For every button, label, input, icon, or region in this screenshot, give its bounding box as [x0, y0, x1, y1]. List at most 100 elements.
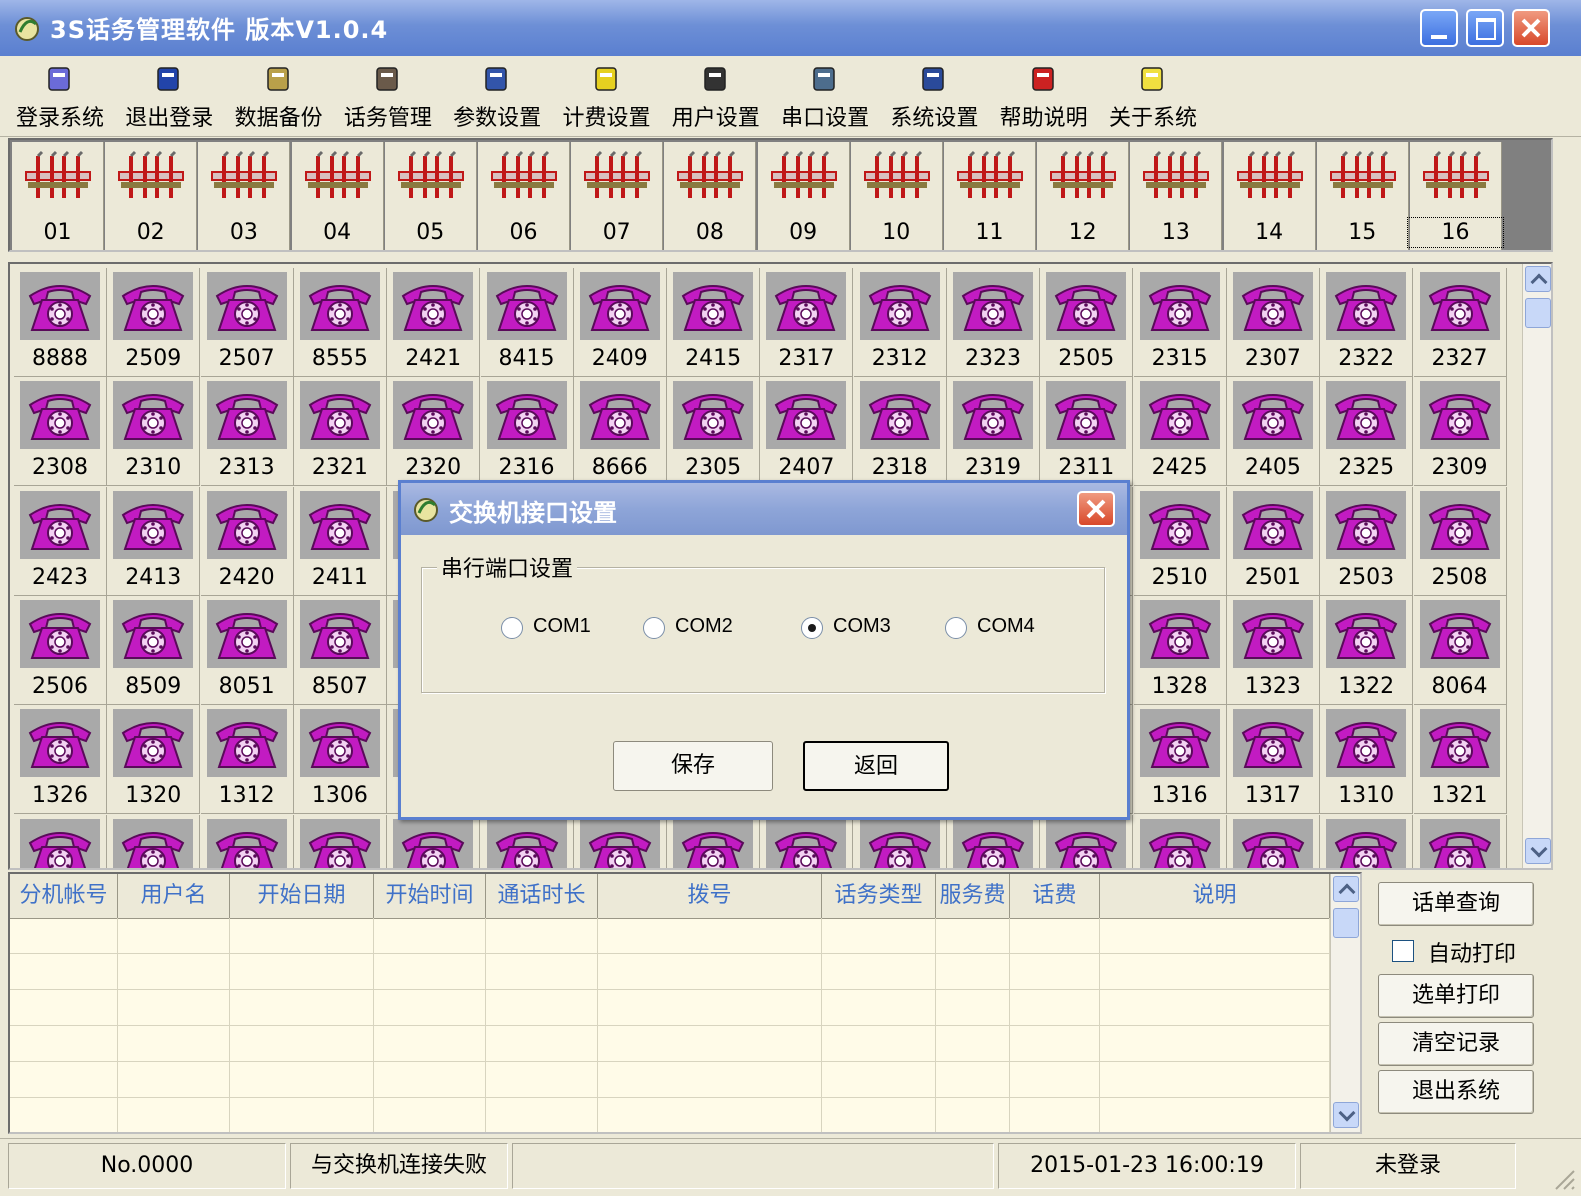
- extension-1322[interactable]: 1322: [1320, 595, 1414, 705]
- trunk-line-04[interactable]: 04: [291, 142, 384, 250]
- extension-r5c0[interactable]: [14, 814, 107, 868]
- extension-r5c8[interactable]: [760, 814, 854, 868]
- resize-grip-icon[interactable]: [1548, 1163, 1576, 1191]
- extension-2320[interactable]: 2320: [387, 377, 481, 487]
- toolbar-button-1[interactable]: 登录系统: [6, 60, 114, 134]
- extension-2421[interactable]: 2421: [387, 268, 481, 377]
- toolbar-button-5[interactable]: 参数设置: [443, 60, 551, 134]
- table-row[interactable]: [10, 918, 1330, 954]
- auto-print-checkbox-box[interactable]: [1392, 940, 1414, 962]
- extension-r5c13[interactable]: [1227, 814, 1320, 868]
- scroll-thumb[interactable]: [1525, 298, 1551, 328]
- extension-1316[interactable]: 1316: [1133, 705, 1227, 815]
- toolbar-button-2[interactable]: 退出登录: [115, 60, 223, 134]
- trunk-line-06[interactable]: 06: [478, 142, 570, 250]
- toolbar-button-3[interactable]: 数据备份: [225, 60, 333, 134]
- extension-1326[interactable]: 1326: [14, 705, 107, 815]
- extension-1312[interactable]: 1312: [200, 705, 294, 815]
- extension-r5c10[interactable]: [947, 814, 1040, 868]
- maximize-button[interactable]: [1466, 9, 1504, 47]
- scroll-up-button[interactable]: [1525, 266, 1551, 292]
- table-row[interactable]: [10, 1026, 1330, 1062]
- column-header[interactable]: 分机帐号: [10, 874, 118, 918]
- extension-2503[interactable]: 2503: [1320, 486, 1414, 596]
- extension-2413[interactable]: 2413: [107, 486, 201, 596]
- trunk-line-01[interactable]: 01: [12, 142, 104, 250]
- extension-8555[interactable]: 8555: [293, 268, 387, 377]
- column-header[interactable]: 开始时间: [374, 874, 486, 918]
- extension-8415[interactable]: 8415: [480, 268, 574, 377]
- extension-2311[interactable]: 2311: [1040, 377, 1134, 487]
- column-header[interactable]: 说明: [1100, 874, 1330, 918]
- extension-2423[interactable]: 2423: [14, 486, 107, 596]
- extension-2315[interactable]: 2315: [1133, 268, 1227, 377]
- column-header[interactable]: 用户名: [118, 874, 230, 918]
- extension-2323[interactable]: 2323: [947, 268, 1040, 377]
- trunk-line-10[interactable]: 10: [850, 142, 943, 250]
- extension-2508[interactable]: 2508: [1413, 486, 1507, 596]
- scroll-down-button[interactable]: [1525, 838, 1551, 864]
- extension-2316[interactable]: 2316: [480, 377, 574, 487]
- extension-r5c9[interactable]: [854, 814, 947, 868]
- extension-2407[interactable]: 2407: [760, 377, 854, 487]
- extension-2505[interactable]: 2505: [1040, 268, 1134, 377]
- extension-8888[interactable]: 8888: [14, 268, 107, 377]
- extension-2507[interactable]: 2507: [200, 268, 294, 377]
- extension-2411[interactable]: 2411: [293, 486, 387, 596]
- extension-scrollbar[interactable]: [1522, 264, 1551, 868]
- table-row[interactable]: [10, 1098, 1330, 1132]
- extension-2305[interactable]: 2305: [667, 377, 761, 487]
- query-records-button[interactable]: 话单查询: [1378, 882, 1534, 926]
- records-scrollbar[interactable]: [1330, 874, 1360, 1132]
- extension-r5c5[interactable]: [481, 814, 574, 868]
- extension-2313[interactable]: 2313: [200, 377, 294, 487]
- extension-2327[interactable]: 2327: [1413, 268, 1507, 377]
- extension-r5c3[interactable]: [294, 814, 387, 868]
- extension-2318[interactable]: 2318: [853, 377, 947, 487]
- column-header[interactable]: 开始日期: [230, 874, 374, 918]
- extension-r5c15[interactable]: [1414, 814, 1507, 868]
- extension-r5c12[interactable]: [1134, 814, 1227, 868]
- extension-r5c1[interactable]: [107, 814, 201, 868]
- toolbar-button-10[interactable]: 帮助说明: [990, 60, 1098, 134]
- column-header[interactable]: 话费: [1010, 874, 1100, 918]
- extension-2425[interactable]: 2425: [1133, 377, 1227, 487]
- trunk-line-09[interactable]: 09: [757, 142, 850, 250]
- trunk-line-13[interactable]: 13: [1130, 142, 1223, 250]
- extension-2420[interactable]: 2420: [200, 486, 294, 596]
- extension-r5c2[interactable]: [201, 814, 294, 868]
- column-header[interactable]: 话务类型: [822, 874, 936, 918]
- extension-2510[interactable]: 2510: [1133, 486, 1227, 596]
- trunk-line-07[interactable]: 07: [571, 142, 664, 250]
- toolbar-button-4[interactable]: 话务管理: [334, 60, 442, 134]
- column-header[interactable]: 服务费: [936, 874, 1010, 918]
- table-row[interactable]: [10, 990, 1330, 1026]
- extension-2405[interactable]: 2405: [1226, 377, 1320, 487]
- records-scroll-down-button[interactable]: [1333, 1102, 1359, 1128]
- radio-button[interactable]: [501, 617, 523, 639]
- extension-2309[interactable]: 2309: [1413, 377, 1507, 487]
- dialog-close-button[interactable]: [1077, 491, 1115, 527]
- toolbar-button-11[interactable]: 关于系统: [1099, 60, 1207, 134]
- extension-r5c7[interactable]: [667, 814, 761, 868]
- radio-button[interactable]: [643, 617, 665, 639]
- extension-2501[interactable]: 2501: [1226, 486, 1320, 596]
- extension-1323[interactable]: 1323: [1226, 595, 1320, 705]
- trunk-line-05[interactable]: 05: [384, 142, 477, 250]
- toolbar-button-6[interactable]: 计费设置: [553, 60, 661, 134]
- extension-8064[interactable]: 8064: [1413, 595, 1507, 705]
- select-print-button[interactable]: 选单打印: [1378, 974, 1534, 1018]
- extension-r5c6[interactable]: [574, 814, 667, 868]
- column-header[interactable]: 拨号: [598, 874, 822, 918]
- radio-button[interactable]: [945, 617, 967, 639]
- records-scroll-up-button[interactable]: [1333, 876, 1359, 902]
- records-scroll-thumb[interactable]: [1333, 908, 1359, 938]
- toolbar-button-8[interactable]: 串口设置: [771, 60, 879, 134]
- trunk-line-16[interactable]: 16: [1407, 142, 1504, 250]
- trunk-line-15[interactable]: 15: [1316, 142, 1409, 250]
- extension-1321[interactable]: 1321: [1413, 705, 1507, 815]
- extension-2319[interactable]: 2319: [947, 377, 1040, 487]
- trunk-line-12[interactable]: 12: [1037, 142, 1130, 250]
- extension-8509[interactable]: 8509: [107, 595, 201, 705]
- extension-1310[interactable]: 1310: [1320, 705, 1414, 815]
